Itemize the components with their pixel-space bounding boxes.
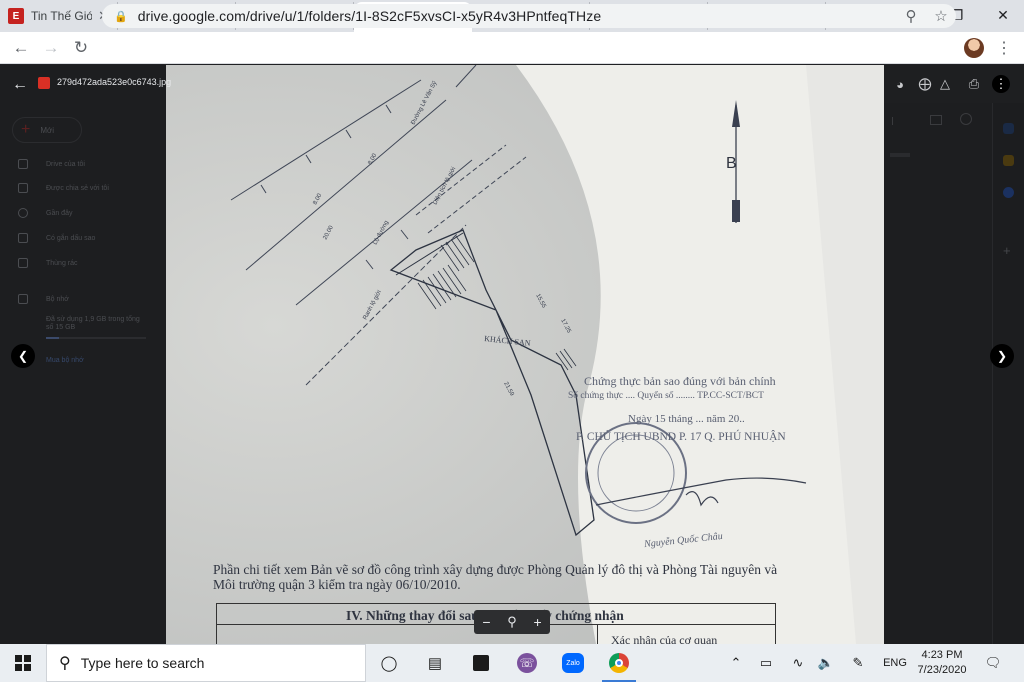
close-viewer-arrow-icon[interactable]: ← <box>10 75 30 95</box>
document-footnote: Phần chi tiết xem Bản vẽ sơ đồ công trìn… <box>213 562 778 592</box>
tab-title: Tin Thế Giớ <box>31 9 93 23</box>
sidebar-label: Bộ nhớ <box>46 295 69 303</box>
reload-button[interactable]: ↻ <box>66 33 96 63</box>
info-icon[interactable] <box>960 113 972 125</box>
forward-button[interactable]: → <box>36 33 66 63</box>
chrome-icon[interactable] <box>596 644 642 682</box>
sidebar-item-storage[interactable]: Bộ nhớ <box>18 294 69 304</box>
side-apps-rail: + <box>992 103 1024 644</box>
task-view-icon[interactable]: ▤ <box>412 644 458 682</box>
viewer-file-name: 279d472ada523e0c6743.jpg <box>57 77 172 87</box>
drive-file-viewer: + Mới Drive của tôi Được chia sẻ với tôi … <box>0 65 1024 644</box>
zoom-out-button[interactable]: − <box>482 614 490 630</box>
url-text[interactable]: drive.google.com/drive/u/1/folders/1I-8S… <box>138 8 896 24</box>
zoom-icon[interactable]: ⚲ <box>896 7 926 25</box>
new-button-label: Mới <box>40 125 55 135</box>
panel-text-stub <box>890 153 910 157</box>
sidebar-label: Drive của tôi <box>46 160 85 168</box>
zoom-in-button[interactable]: + <box>533 614 541 630</box>
stamp-line-4: P. CHỦ TỊCH UBND P. 17 Q. PHÚ NHUẬN <box>576 431 786 443</box>
lock-icon: 🔒 <box>114 10 128 23</box>
open-with-icon[interactable]: ◕ <box>891 75 909 93</box>
drive-icon <box>18 159 28 169</box>
scanned-document-image: 8.00 8.00 20.00 Lộ đường Đường Lê Văn Sỹ… <box>166 65 884 644</box>
sidebar-label: Gần đây <box>46 209 73 217</box>
new-button[interactable]: + Mới <box>12 117 82 143</box>
more-options-icon[interactable]: ⋮ <box>992 75 1010 93</box>
clock-icon <box>18 208 28 218</box>
sidebar-label: Có gắn dấu sao <box>46 234 96 242</box>
browser-toolbar: ← → ↻ <box>0 32 1024 64</box>
trash-icon <box>18 258 28 268</box>
plus-icon: + <box>21 121 31 138</box>
storage-icon <box>18 294 28 304</box>
zalo-icon[interactable]: Zalo <box>550 644 596 682</box>
clock-date: 7/23/2020 <box>917 664 967 676</box>
star-icon <box>18 233 28 243</box>
add-addon-icon[interactable]: + <box>1003 243 1011 258</box>
add-shortcut-icon[interactable]: ⨁ <box>916 75 934 93</box>
browser-menu-icon[interactable]: ⋮ <box>994 36 1014 60</box>
next-file-chevron-icon[interactable]: ❯ <box>990 344 1014 368</box>
taskbar-clock[interactable]: 4:23 PM 7/23/2020 <box>912 648 972 678</box>
tasks-app-icon[interactable] <box>1003 187 1014 198</box>
clock-time: 4:23 PM <box>921 649 963 661</box>
volume-icon[interactable]: 🔈 <box>814 644 838 682</box>
storage-bar <box>46 337 146 339</box>
zoom-magnifier-icon[interactable]: ⚲ <box>507 614 517 630</box>
viber-icon[interactable]: ☏ <box>504 644 550 682</box>
keep-app-icon[interactable] <box>1003 155 1014 166</box>
sidebar-item-recent[interactable]: Gần đây <box>18 208 72 218</box>
close-window-button[interactable]: ✕ <box>980 0 1024 30</box>
storage-usage: Đã sử dụng 1,9 GB trong tổng số 15 GB <box>46 316 140 331</box>
print-icon[interactable]: ⎙ <box>965 75 983 93</box>
image-file-icon <box>38 77 50 89</box>
stamp-line-2: Số chứng thực .... Quyển số ........ TP.… <box>568 391 764 401</box>
bookmark-star-icon[interactable]: ☆ <box>926 7 956 25</box>
address-bar[interactable]: 🔒 drive.google.com/drive/u/1/folders/1I-… <box>102 4 956 28</box>
windows-taskbar: ⚲ Type here to search ◯ ▤ ☏ Zalo ⌃ ▭ ∿ 🔈… <box>0 644 1024 682</box>
browser-tab[interactable]: ETin Thế Giớ✕ <box>0 2 118 30</box>
sticky-notes-icon[interactable] <box>458 644 504 682</box>
zoom-controls: − ⚲ + <box>474 610 550 634</box>
start-button[interactable] <box>0 644 46 682</box>
profile-avatar[interactable] <box>964 38 984 58</box>
cortana-icon[interactable]: ◯ <box>366 644 412 682</box>
panel-divider <box>892 117 900 125</box>
show-hidden-icons-chevron-icon[interactable]: ⌃ <box>726 644 746 682</box>
pen-icon[interactable]: ✎ <box>846 644 870 682</box>
taskbar-search-box[interactable]: ⚲ Type here to search <box>46 644 366 682</box>
action-center-icon[interactable]: 🗨 <box>980 644 1006 682</box>
people-icon <box>18 183 28 193</box>
sidebar-item-shared[interactable]: Được chia sẻ với tôi <box>18 183 109 193</box>
sidebar-item-starred[interactable]: Có gắn dấu sao <box>18 233 95 243</box>
language-indicator[interactable]: ENG <box>878 644 912 682</box>
previous-file-chevron-icon[interactable]: ❮ <box>11 344 35 368</box>
search-icon: ⚲ <box>59 655 71 672</box>
north-label: B <box>726 155 737 172</box>
sidebar-item-trash[interactable]: Thùng rác <box>18 258 78 268</box>
search-placeholder: Type here to search <box>80 655 205 671</box>
windows-logo-icon <box>15 655 31 671</box>
site-favicon-icon: E <box>8 8 24 24</box>
sidebar-item-my-drive[interactable]: Drive của tôi <box>18 159 85 169</box>
grid-view-icon[interactable] <box>930 115 942 125</box>
calendar-app-icon[interactable] <box>1003 123 1014 134</box>
table-col-rule <box>597 624 598 644</box>
drive-add-icon[interactable]: △ <box>936 75 954 93</box>
buy-storage-link[interactable]: Mua bộ nhớ <box>46 357 84 364</box>
wifi-icon[interactable]: ∿ <box>786 644 810 682</box>
land-plot-drawing: 8.00 8.00 20.00 Lộ đường Đường Lê Văn Sỹ… <box>166 65 884 644</box>
battery-icon[interactable]: ▭ <box>754 644 778 682</box>
stamp-line-3: Ngày 15 tháng ... năm 20.. <box>628 413 745 425</box>
sidebar-label: Được chia sẻ với tôi <box>46 184 109 192</box>
sidebar-label: Thùng rác <box>46 259 78 267</box>
stamp-line-1: Chứng thực bản sao đúng với bản chính <box>584 374 776 388</box>
table-column-header: Xác nhận của cơ quan <box>611 633 718 644</box>
back-button[interactable]: ← <box>6 33 36 63</box>
